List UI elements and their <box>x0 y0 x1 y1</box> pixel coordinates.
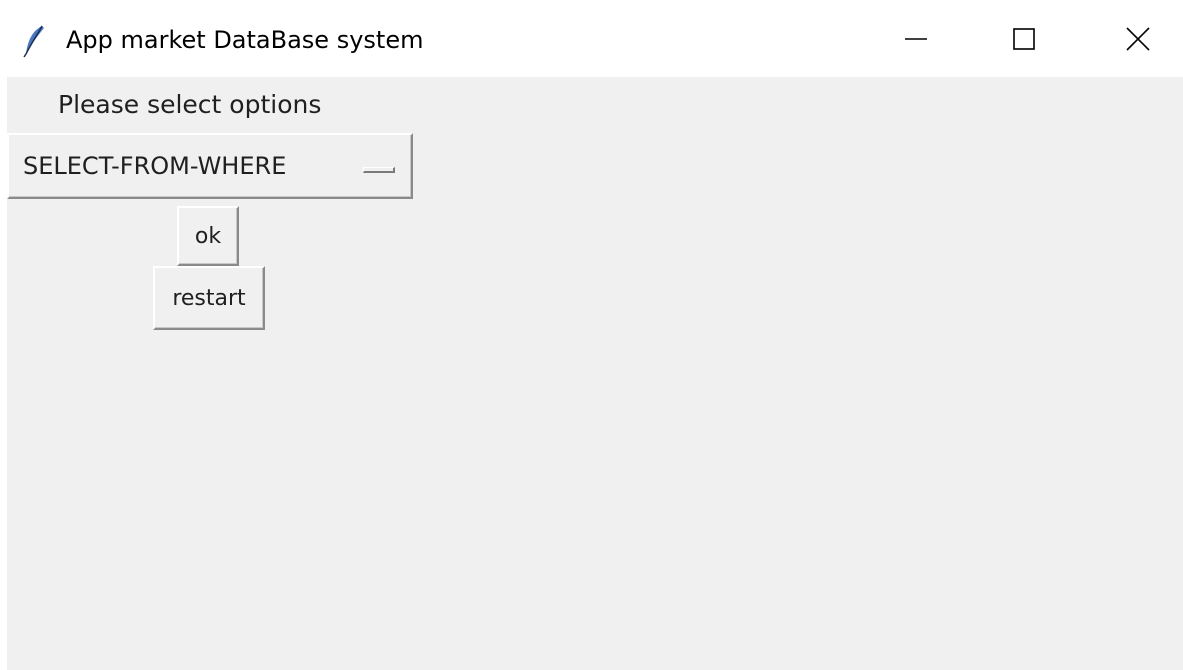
minimize-button[interactable] <box>870 0 962 77</box>
option-menu-selected-value: SELECT-FROM-WHERE <box>23 152 287 180</box>
window-title: App market DataBase system <box>66 26 424 54</box>
ok-button[interactable]: ok <box>177 206 239 266</box>
tk-feather-icon <box>23 25 44 58</box>
restart-button[interactable]: restart <box>153 266 265 330</box>
app-window: App market DataBase system Please select… <box>0 0 1183 670</box>
option-menu-indicator-icon <box>363 167 395 173</box>
maximize-icon <box>1013 27 1035 50</box>
window-border <box>0 77 7 670</box>
query-type-option-menu[interactable]: SELECT-FROM-WHERE <box>7 133 413 199</box>
close-button[interactable] <box>1092 0 1183 77</box>
prompt-label: Please select options <box>58 90 322 119</box>
minimize-icon <box>905 37 927 40</box>
maximize-button[interactable] <box>978 0 1070 77</box>
title-bar[interactable]: App market DataBase system <box>0 0 1183 77</box>
close-icon <box>1126 26 1150 51</box>
